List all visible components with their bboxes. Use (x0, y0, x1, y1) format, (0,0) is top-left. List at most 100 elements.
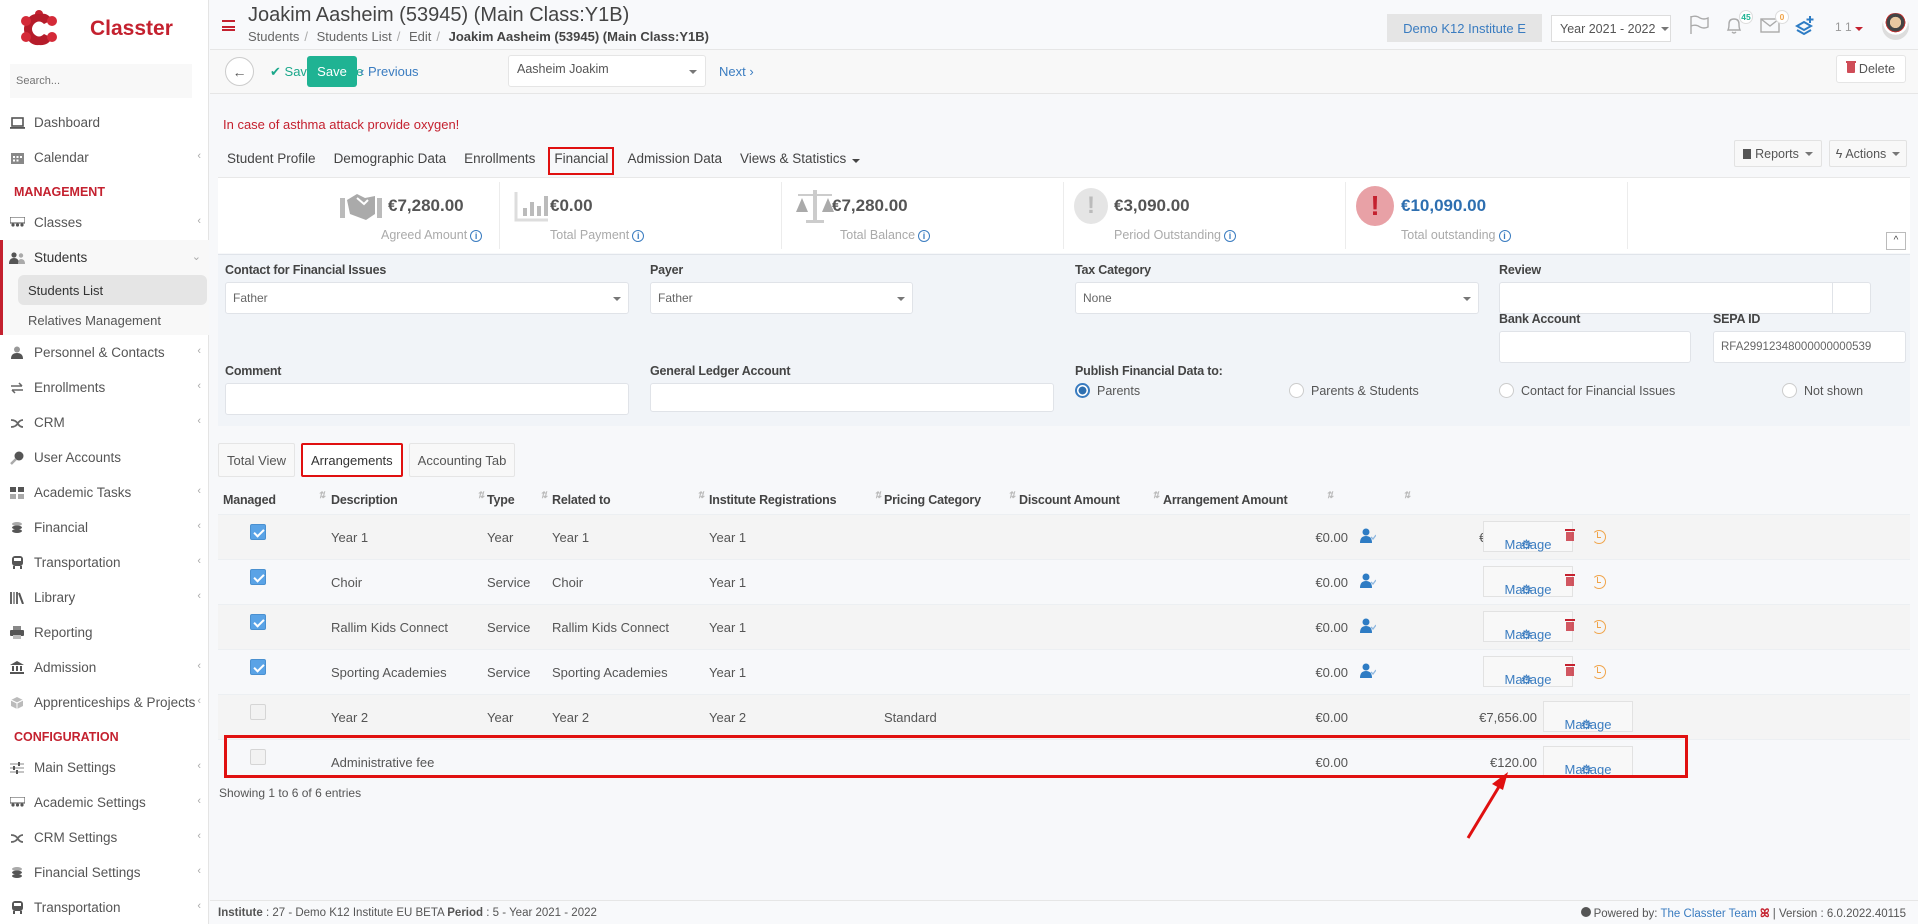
flag-icon[interactable] (1688, 14, 1710, 36)
history-icon[interactable] (1592, 665, 1606, 679)
sidebar-item-user-accounts[interactable]: User Accounts (0, 440, 209, 475)
manage-button[interactable]: ⚙ Manage (1483, 656, 1573, 687)
sort-icon[interactable]: ⇅ (874, 490, 882, 501)
col-arrangement-amount[interactable]: Arrangement Amount (1163, 493, 1288, 507)
sidebar-subitem-relatives-management[interactable]: Relatives Management (18, 305, 207, 335)
delete-button[interactable]: Delete (1836, 55, 1906, 83)
manage-button[interactable]: ⚙ Manage (1543, 746, 1633, 777)
sidebar-item-crm[interactable]: CRM ‹ (0, 405, 209, 440)
sidebar-item-financial-settings[interactable]: Financial Settings ‹ (0, 855, 209, 890)
sort-icon[interactable]: ⇅ (1152, 490, 1160, 501)
logo[interactable]: Classter (18, 8, 173, 50)
managed-checkbox[interactable] (250, 659, 266, 675)
info-icon[interactable]: i (1498, 230, 1511, 242)
managed-checkbox[interactable] (250, 614, 266, 630)
breadcrumb-students[interactable]: Students (248, 29, 299, 44)
managed-checkbox[interactable] (250, 749, 266, 765)
breadcrumb-edit[interactable]: Edit (409, 29, 431, 44)
sidebar-item-academic-tasks[interactable]: Academic Tasks ‹ (0, 475, 209, 510)
sort-icon[interactable]: ⇅ (318, 490, 326, 501)
sort-icon[interactable]: ⇅ (540, 490, 548, 501)
user-check-icon[interactable] (1360, 573, 1376, 588)
manage-button[interactable]: ⚙ Manage (1483, 566, 1573, 597)
user-check-icon[interactable] (1360, 528, 1376, 543)
trash-icon[interactable] (1565, 574, 1575, 586)
subtab-total-view[interactable]: Total View (218, 443, 296, 477)
sidebar-item-transportation[interactable]: Transportation ‹ (0, 890, 209, 924)
sidebar-item-classes[interactable]: Classes ‹ (0, 205, 209, 240)
history-icon[interactable] (1592, 530, 1606, 544)
user-check-icon[interactable] (1360, 663, 1376, 678)
bank-account-input[interactable] (1499, 331, 1691, 363)
manage-button[interactable]: ⚙ Manage (1543, 701, 1633, 732)
info-icon[interactable]: i (1224, 230, 1237, 242)
tab-admission-data[interactable]: Admission Data (622, 147, 727, 175)
layers-add-icon[interactable] (1794, 14, 1817, 36)
history-icon[interactable] (1592, 575, 1606, 589)
sidebar-search-input[interactable] (10, 64, 192, 98)
student-select[interactable]: Aasheim Joakim (508, 55, 706, 87)
tab-financial[interactable]: Financial (548, 147, 615, 175)
col-description[interactable]: Description (331, 493, 398, 507)
sidebar-item-academic-settings[interactable]: Academic Settings ‹ (0, 785, 209, 820)
col-discount-amount[interactable]: Discount Amount (1019, 493, 1120, 507)
gl-account-input[interactable] (650, 383, 1054, 412)
col-related-to[interactable]: Related to (552, 493, 611, 507)
notifications-bell-icon[interactable]: 45 (1723, 10, 1753, 36)
sidebar-item-financial[interactable]: Financial ‹ (0, 510, 209, 545)
tab-enrollments[interactable]: Enrollments (459, 147, 540, 175)
info-icon[interactable]: i (632, 230, 645, 242)
sidebar-item-main-settings[interactable]: Main Settings ‹ (0, 750, 209, 785)
publish-radio-parents[interactable]: Parents (1075, 383, 1140, 398)
tab-demographic-data[interactable]: Demographic Data (329, 147, 452, 175)
classter-team-link[interactable]: The Classter Team (1661, 908, 1757, 920)
publish-radio-contact[interactable]: Contact for Financial Issues (1499, 383, 1675, 398)
sidebar-item-library[interactable]: Library ‹ (0, 580, 209, 615)
institute-selector[interactable]: Demo K12 Institute E (1387, 14, 1542, 42)
collapse-summary-button[interactable]: ^ (1886, 232, 1906, 250)
menu-toggle-icon[interactable] (222, 20, 235, 31)
review-addon[interactable] (1832, 283, 1870, 313)
col-institute-registrations[interactable]: Institute Registrations (709, 493, 837, 507)
col-managed[interactable]: Managed (223, 493, 276, 507)
sepa-id-input[interactable]: RFA29912348000000000539 (1713, 331, 1906, 363)
sidebar-item-admission[interactable]: Admission ‹ (0, 650, 209, 685)
sort-icon[interactable]: ⇅ (1008, 490, 1016, 501)
user-check-icon[interactable] (1360, 618, 1376, 633)
info-icon[interactable]: i (470, 230, 483, 242)
managed-checkbox[interactable] (250, 704, 266, 720)
messages-envelope-icon[interactable]: 0 (1759, 10, 1789, 36)
tab-student-profile[interactable]: Student Profile (222, 147, 321, 175)
publish-radio-not-shown[interactable]: Not shown (1782, 383, 1863, 398)
actions-button[interactable]: ϟ Actions (1829, 140, 1907, 167)
sidebar-item-dashboard[interactable]: Dashboard (0, 105, 209, 140)
review-input[interactable] (1499, 282, 1871, 314)
save-button[interactable]: Save (307, 56, 357, 87)
trash-icon[interactable] (1565, 664, 1575, 676)
reports-button[interactable]: Reports (1734, 140, 1822, 167)
user-menu[interactable]: 1 1 (1835, 20, 1863, 34)
sidebar-item-reporting[interactable]: Reporting (0, 615, 209, 650)
managed-checkbox[interactable] (250, 524, 266, 540)
col-pricing-category[interactable]: Pricing Category (884, 493, 981, 507)
col-type[interactable]: Type (487, 493, 515, 507)
sort-icon[interactable]: ⇅ (697, 490, 705, 501)
previous-button[interactable]: ‹ Previous (360, 64, 419, 79)
subtab-accounting[interactable]: Accounting Tab (408, 443, 516, 477)
breadcrumb-students-list[interactable]: Students List (317, 29, 392, 44)
manage-button[interactable]: ⚙ Manage (1483, 611, 1573, 642)
user-avatar[interactable] (1882, 13, 1909, 40)
trash-icon[interactable] (1565, 619, 1575, 631)
year-selector[interactable]: Year 2021 - 2022 (1551, 15, 1671, 42)
manage-button[interactable]: ⚙ Manage (1483, 521, 1573, 552)
sidebar-item-apprenticeships-projects[interactable]: Apprenticeships & Projects ‹ (0, 685, 209, 720)
sidebar-item-personnel-contacts[interactable]: Personnel & Contacts ‹ (0, 335, 209, 370)
managed-checkbox[interactable] (250, 569, 266, 585)
history-icon[interactable] (1592, 620, 1606, 634)
payer-select[interactable]: Father (650, 282, 913, 314)
trash-icon[interactable] (1565, 529, 1575, 541)
sidebar-item-calendar[interactable]: Calendar ‹ (0, 140, 209, 175)
comment-input[interactable] (225, 383, 629, 415)
next-button[interactable]: Next › (719, 64, 754, 79)
sidebar-item-crm-settings[interactable]: CRM Settings ‹ (0, 820, 209, 855)
